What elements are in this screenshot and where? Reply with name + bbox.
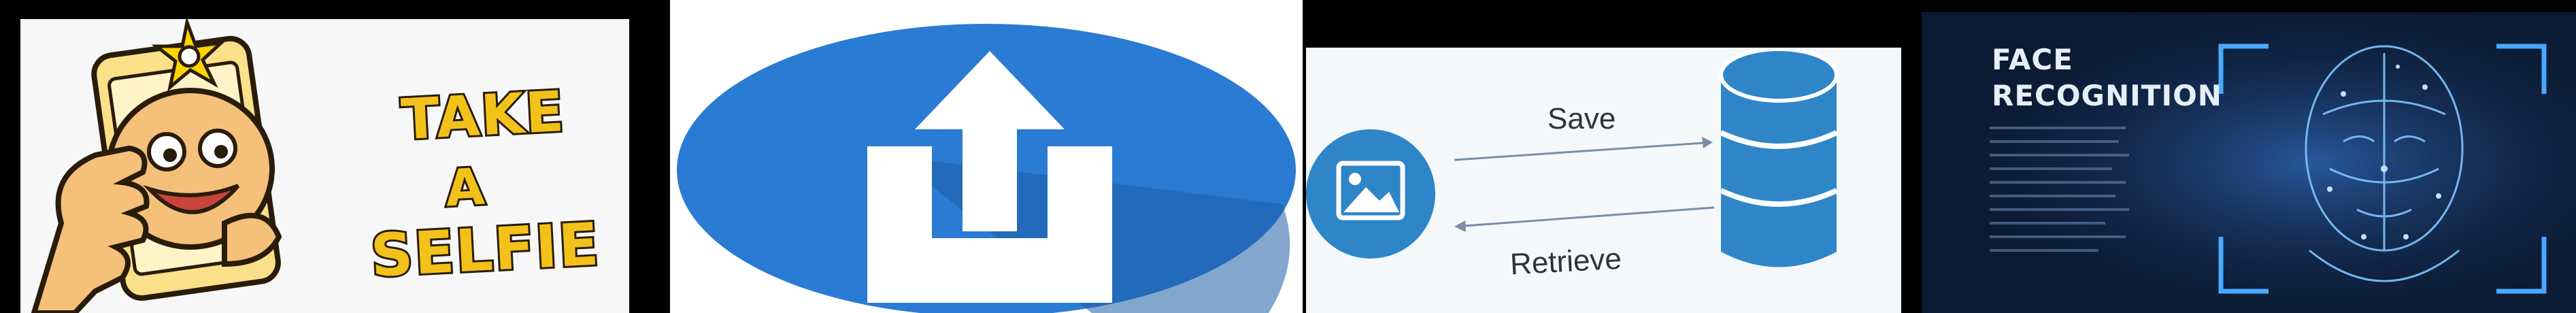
upload-tray-arrow-icon [677, 24, 1296, 313]
upload-panel [670, 0, 1303, 313]
a-word: A [442, 156, 490, 220]
image-icon [1306, 129, 1435, 259]
face-title-line2: RECOGNITION [1992, 79, 2222, 112]
save-label: Save [1548, 102, 1616, 135]
face-title-line1: FACE [1992, 43, 2073, 76]
face-recognition-panel: FACE RECOGNITION [1922, 12, 2576, 313]
database-icon [1719, 48, 1839, 267]
retrieve-label: Retrieve [1509, 242, 1622, 282]
selfie-word: SELFIE [367, 208, 604, 292]
take-word: TAKE [398, 78, 569, 154]
save-retrieve-panel: Save Retrieve [1306, 48, 1901, 313]
selfie-panel: TAKE A SELFIE [20, 19, 629, 313]
